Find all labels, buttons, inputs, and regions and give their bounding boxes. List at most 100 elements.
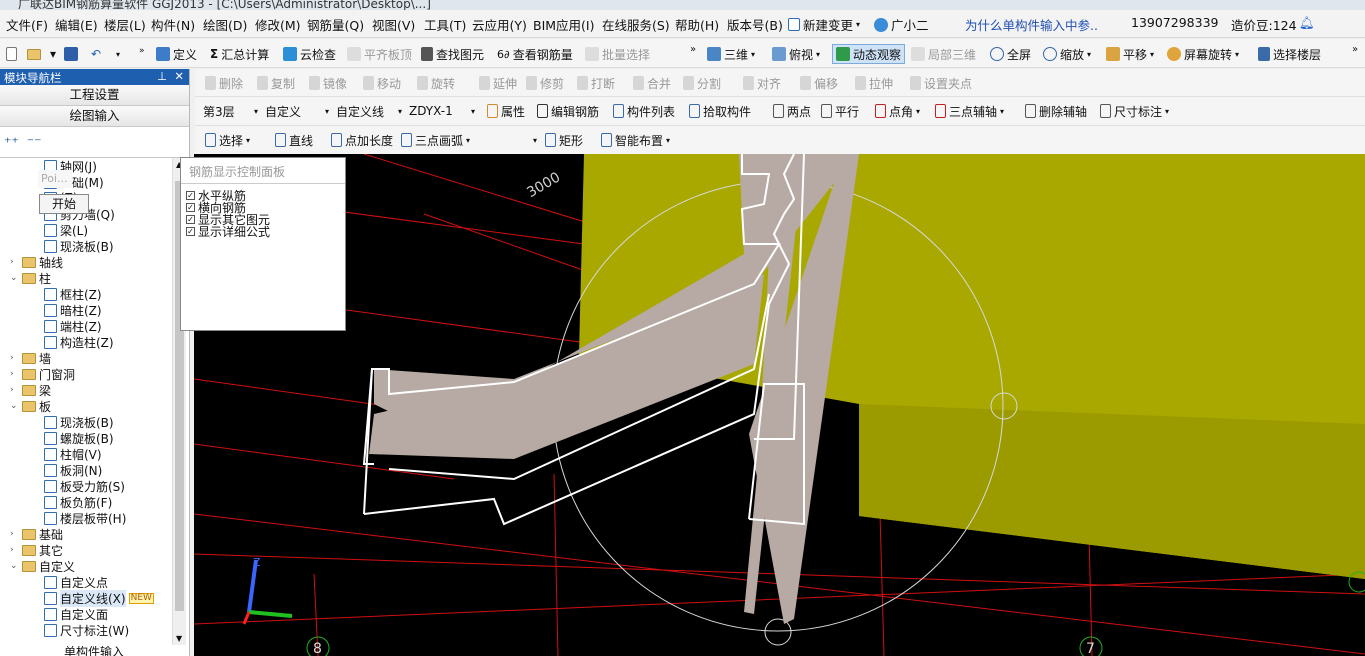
tree-folder[interactable]: ⌄ 板 xyxy=(10,398,51,414)
edit-tool-13[interactable]: 设置夹点 xyxy=(910,74,972,92)
draw-tool-0[interactable]: 选择 ▾ xyxy=(205,131,250,149)
component-tool-8[interactable]: 删除辅轴 xyxy=(1025,102,1087,120)
project-settings-button[interactable]: 工程设置 xyxy=(0,85,189,106)
component-tool-2[interactable]: 构件列表 xyxy=(613,102,675,120)
tree-item[interactable]: 自定义线(X) NEW xyxy=(44,589,154,607)
fullscreen-button[interactable]: 全屏 xyxy=(990,45,1031,63)
3d-view-button[interactable]: 三维 ▾ xyxy=(707,45,755,63)
find-element-button[interactable]: 查找图元 xyxy=(421,45,484,63)
expand-icon[interactable]: › xyxy=(10,385,19,395)
question-link[interactable]: 为什么单构件输入中参.. xyxy=(965,15,1098,34)
menu-online[interactable]: 在线服务(S) xyxy=(602,15,670,34)
collapse-icon[interactable]: ⌄ xyxy=(10,273,19,283)
undo-dropdown-icon[interactable]: ▾ xyxy=(116,45,120,63)
collapse-icon[interactable]: ⌄ xyxy=(10,561,19,571)
tree-item[interactable]: 板受力筋(S) xyxy=(44,478,125,494)
flush-slab-top-button[interactable]: 平齐板顶 xyxy=(347,45,412,63)
drawing-input-button[interactable]: 绘图输入 xyxy=(0,106,189,127)
menu-tools[interactable]: 工具(T) xyxy=(424,15,466,34)
edit-tool-9[interactable]: 分割 xyxy=(683,74,721,92)
checkbox-icon[interactable]: ✓ xyxy=(186,202,195,212)
start-button[interactable]: 开始 xyxy=(39,194,89,214)
tree-item[interactable]: 构造柱(Z) xyxy=(44,334,114,350)
expand-icon[interactable]: › xyxy=(10,545,19,555)
tree-folder[interactable]: › 基础 xyxy=(10,526,63,542)
menu-cloud[interactable]: 云应用(Y) xyxy=(472,15,527,34)
tree-folder[interactable]: ⌄ 自定义 xyxy=(10,558,75,574)
checkbox-icon[interactable]: ✓ xyxy=(186,190,195,200)
category-select[interactable]: 自定义 ▾ xyxy=(265,101,329,121)
tree-folder[interactable]: › 门窗洞 xyxy=(10,366,75,382)
close-icon[interactable]: ✕ xyxy=(174,69,184,83)
menu-bim[interactable]: BIM应用(I) xyxy=(533,15,595,34)
edit-tool-11[interactable]: 偏移 xyxy=(800,74,838,92)
select-floor-button[interactable]: 选择楼层 xyxy=(1258,45,1321,63)
summary-calc-button[interactable]: Σ 汇总计算 xyxy=(210,45,269,63)
tree-folder[interactable]: › 墙 xyxy=(10,350,51,366)
tree-item[interactable]: 柱帽(V) xyxy=(44,446,102,462)
edit-tool-8[interactable]: 合并 xyxy=(633,74,671,92)
tree-item[interactable]: 尺寸标注(W) xyxy=(44,622,129,638)
edit-tool-0[interactable]: 删除 xyxy=(205,74,243,92)
expand-all-icon[interactable]: ⁺⁺ xyxy=(4,135,19,151)
batch-select-button[interactable]: 批量选择 xyxy=(585,45,650,63)
draw-tool-3[interactable]: 三点画弧 ▾ xyxy=(401,131,470,149)
menu-floor[interactable]: 楼层(L) xyxy=(104,15,146,34)
3d-viewport[interactable]: 3000 8 7 Z xyxy=(194,154,1365,656)
tree-item[interactable]: 自定义点 xyxy=(44,574,108,590)
menu-edit[interactable]: 编辑(E) xyxy=(55,15,98,34)
tree-item[interactable]: 自定义面 xyxy=(44,606,108,622)
single-component-input[interactable]: 单构件输入 xyxy=(64,646,124,656)
drawing-canvas[interactable]: 3000 8 7 Z xyxy=(194,154,1365,656)
edit-tool-5[interactable]: 延伸 xyxy=(479,74,517,92)
scroll-down-icon[interactable]: ▼ xyxy=(176,634,182,643)
expand-icon[interactable]: › xyxy=(10,529,19,539)
rebar-option-checkbox[interactable]: ✓ 显示详细公式 xyxy=(186,225,270,239)
menu-draw[interactable]: 绘图(D) xyxy=(203,15,247,34)
component-tool-4[interactable]: 两点 xyxy=(773,102,811,120)
tree-item[interactable]: 梁(L) xyxy=(44,222,88,238)
edit-tool-4[interactable]: 旋转 xyxy=(417,74,455,92)
zoom-button[interactable]: 缩放 ▾ xyxy=(1043,45,1091,63)
collapse-icon[interactable]: ⌄ xyxy=(10,401,19,411)
collapse-all-icon[interactable]: ⁻⁻ xyxy=(27,135,42,151)
undo-icon[interactable]: ↶ xyxy=(91,45,101,63)
tree-item[interactable]: 楼层板带(H) xyxy=(44,510,126,526)
arc-mode-select[interactable]: ▾ xyxy=(483,130,538,150)
tree-folder[interactable]: › 其它 xyxy=(10,542,63,558)
define-button[interactable]: 定义 xyxy=(156,45,197,63)
edit-tool-10[interactable]: 对齐 xyxy=(743,74,781,92)
floor-select[interactable]: 第3层 ▾ xyxy=(203,101,258,121)
toolbar-overflow-icon-2[interactable]: » xyxy=(690,40,696,58)
top-view-button[interactable]: 俯视 ▾ xyxy=(772,45,820,63)
edit-tool-12[interactable]: 拉伸 xyxy=(855,74,893,92)
local-3d-button[interactable]: 局部三维 xyxy=(911,45,976,63)
save-icon[interactable] xyxy=(64,45,78,63)
draw-tool-5[interactable]: 智能布置 ▾ xyxy=(601,131,670,149)
dropdown-arrow-icon[interactable]: ▾ xyxy=(50,45,56,63)
expand-icon[interactable]: › xyxy=(10,353,19,363)
dynamic-observe-button[interactable]: 动态观察 xyxy=(832,44,906,64)
new-file-icon[interactable] xyxy=(6,45,17,63)
tree-item[interactable]: 螺旋板(B) xyxy=(44,430,114,446)
edit-tool-2[interactable]: 镜像 xyxy=(309,74,347,92)
type-select[interactable]: 自定义线 ▾ xyxy=(336,101,402,121)
component-tool-7[interactable]: 三点辅轴 ▾ xyxy=(935,102,1004,120)
menu-modify[interactable]: 修改(M) xyxy=(255,15,301,34)
checkbox-icon[interactable]: ✓ xyxy=(186,214,195,224)
menu-file[interactable]: 文件(F) xyxy=(6,15,48,34)
edit-tool-7[interactable]: 打断 xyxy=(577,74,615,92)
bell-icon[interactable]: 🔔︎ xyxy=(1299,15,1315,31)
component-tool-5[interactable]: 平行 xyxy=(821,102,859,120)
component-tool-3[interactable]: 拾取构件 xyxy=(689,102,751,120)
component-tool-6[interactable]: 点角 ▾ xyxy=(875,102,920,120)
tree-folder[interactable]: › 梁 xyxy=(10,382,51,398)
expand-icon[interactable]: › xyxy=(10,257,19,267)
tree-item[interactable]: 现浇板(B) xyxy=(44,238,114,254)
orbit-handle-bottom[interactable] xyxy=(764,618,792,646)
cloud-check-button[interactable]: 云检查 xyxy=(283,45,336,63)
menu-help[interactable]: 帮助(H) xyxy=(675,15,719,34)
checkbox-icon[interactable]: ✓ xyxy=(186,226,195,236)
menu-component[interactable]: 构件(N) xyxy=(151,15,195,34)
view-rebar-quantity-button[interactable]: 6∂ 查看钢筋量 xyxy=(497,45,573,63)
